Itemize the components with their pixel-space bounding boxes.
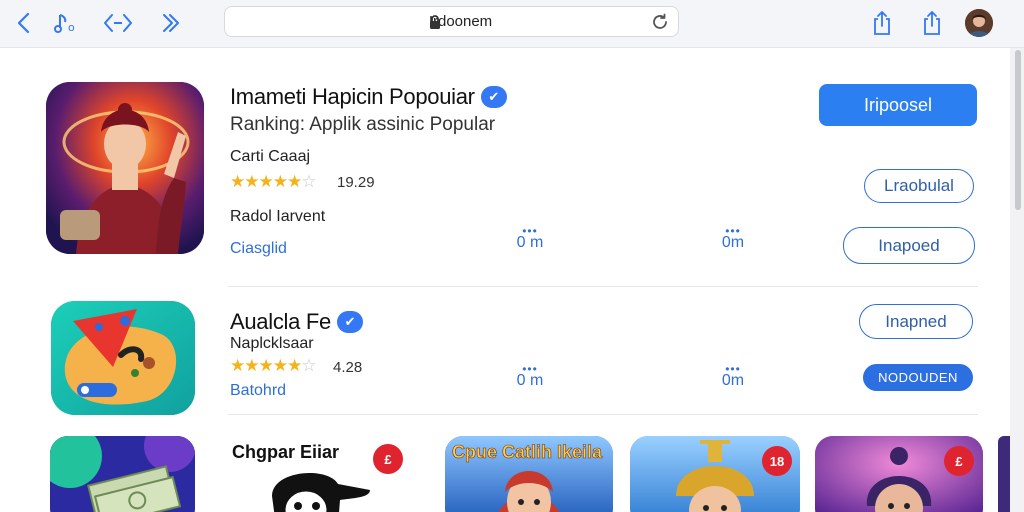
row-divider bbox=[228, 286, 978, 287]
stat-value: 0m bbox=[721, 372, 745, 389]
badge: £ bbox=[373, 444, 403, 474]
tile-title: Cpue Catlih Ikeila bbox=[452, 442, 603, 463]
share-icon[interactable] bbox=[866, 8, 898, 38]
app-icon[interactable] bbox=[46, 82, 204, 254]
reload-icon[interactable] bbox=[650, 12, 670, 37]
rating-value: 19.29 bbox=[337, 174, 375, 191]
stat-value: 0 m bbox=[516, 234, 544, 251]
lock-icon bbox=[429, 15, 441, 34]
avatar[interactable] bbox=[965, 9, 993, 37]
carousel-tile[interactable] bbox=[50, 436, 195, 512]
code-arrows-icon[interactable] bbox=[102, 8, 134, 38]
app-title[interactable]: Aualcla Fe ✔ bbox=[230, 309, 363, 335]
outline-button[interactable]: Inapoed bbox=[843, 227, 975, 264]
stat-value: 0 m bbox=[516, 372, 544, 389]
app-title[interactable]: Imameti Hapicin Popouiar ✔ bbox=[230, 84, 507, 110]
get-button[interactable]: Iripoosel bbox=[819, 84, 977, 126]
category-link[interactable]: Batohrd bbox=[230, 382, 286, 400]
share-icon[interactable] bbox=[916, 8, 948, 38]
carousel-tile[interactable] bbox=[998, 436, 1010, 512]
badge: £ bbox=[944, 446, 974, 476]
app-subtitle: Ranking: Applik assinic Popular bbox=[230, 114, 496, 135]
rating-value: 4.28 bbox=[333, 359, 363, 376]
address-bar[interactable]: Irdoonem bbox=[224, 6, 679, 37]
row-divider bbox=[228, 414, 978, 415]
verified-badge-icon: ✔ bbox=[480, 86, 507, 108]
star-rating: ★★★★★☆ bbox=[230, 172, 316, 191]
app-title-text: Imameti Hapicin Popouiar bbox=[230, 84, 475, 109]
scrollbar-thumb[interactable] bbox=[1015, 50, 1021, 210]
svg-text:o: o bbox=[68, 21, 75, 34]
tile-title: Chgpar Eiiar bbox=[232, 442, 340, 462]
outline-button[interactable]: Lraobulal bbox=[864, 169, 974, 203]
app-icon[interactable] bbox=[51, 301, 195, 415]
stat-size: ••• 0m bbox=[721, 224, 745, 251]
back-icon[interactable] bbox=[8, 8, 40, 38]
star-rating: ★★★★★☆ bbox=[230, 356, 316, 375]
get-button[interactable]: NODOUDEN bbox=[863, 364, 973, 391]
app-title-text: Aualcla Fe bbox=[230, 309, 331, 334]
music-note-icon[interactable]: o bbox=[52, 8, 84, 38]
app-subtitle: Naplcklsaar bbox=[230, 335, 314, 352]
forward-icon[interactable] bbox=[153, 8, 185, 38]
category-link[interactable]: Ciasglid bbox=[230, 240, 287, 258]
badge: 18 bbox=[762, 446, 792, 476]
stat-size: ••• 0m bbox=[721, 362, 745, 389]
browser-toolbar: o Irdoonem bbox=[0, 0, 1024, 48]
outline-button[interactable]: Inapned bbox=[859, 304, 973, 339]
developer-name[interactable]: Carti Caaaj bbox=[230, 148, 310, 166]
stat-value: 0m bbox=[721, 234, 745, 251]
stat-downloads: ••• 0 m bbox=[516, 362, 544, 389]
stat-downloads: ••• 0 m bbox=[516, 224, 544, 251]
detail-label: Radol Iarvent bbox=[230, 208, 326, 225]
verified-badge-icon: ✔ bbox=[336, 311, 363, 333]
